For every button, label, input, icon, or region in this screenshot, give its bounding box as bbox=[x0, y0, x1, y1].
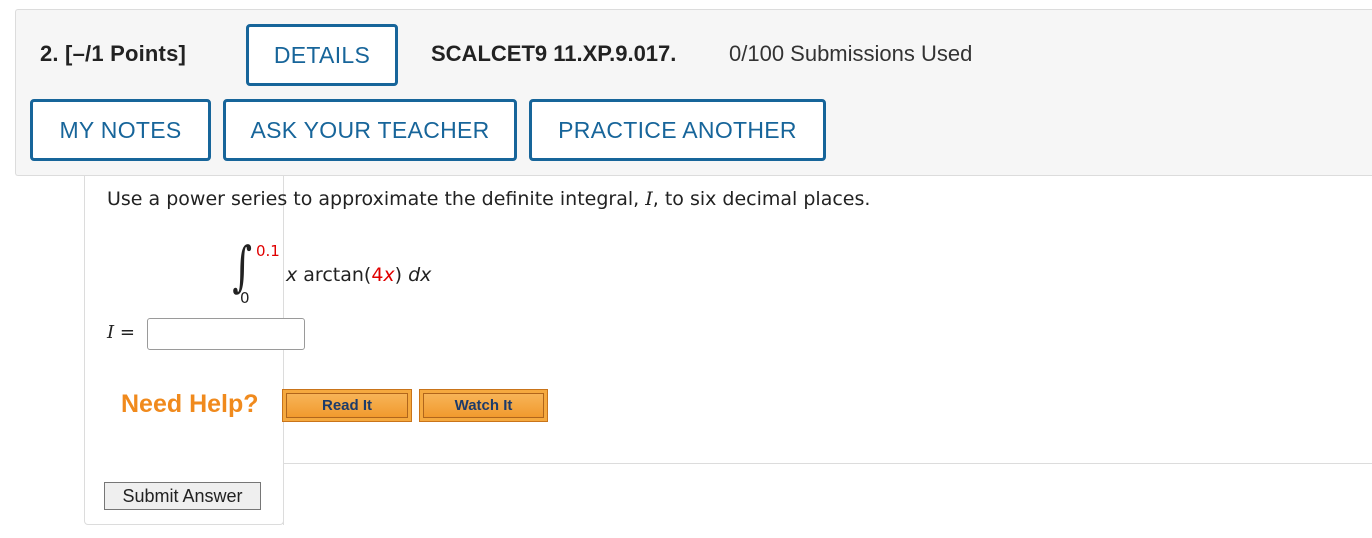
question-prompt: Use a power series to approximate the de… bbox=[107, 188, 870, 210]
integrand-close: ) bbox=[394, 264, 409, 286]
integrand: x arctan(4x) dx bbox=[286, 264, 431, 286]
divider-vertical bbox=[283, 463, 284, 525]
ask-your-teacher-button[interactable]: ASK YOUR TEACHER bbox=[223, 99, 517, 161]
answer-label-eq: = bbox=[114, 322, 135, 343]
integrand-func: arctan( bbox=[297, 264, 372, 286]
integrand-dx: dx bbox=[408, 264, 432, 286]
practice-another-button[interactable]: PRACTICE ANOTHER bbox=[529, 99, 826, 161]
question-code: SCALCET9 11.XP.9.017. bbox=[431, 41, 677, 66]
watch-it-button[interactable]: Watch It bbox=[419, 389, 548, 422]
details-button[interactable]: DETAILS bbox=[246, 24, 398, 86]
read-it-button[interactable]: Read It bbox=[282, 389, 412, 422]
prompt-text-end: , to six decimal places. bbox=[652, 188, 871, 210]
prompt-variable: I bbox=[645, 188, 653, 210]
divider bbox=[283, 463, 1372, 464]
integral-lower-limit: 0 bbox=[240, 289, 250, 307]
integrand-x: x bbox=[286, 264, 298, 286]
answer-input[interactable] bbox=[147, 318, 305, 350]
question-number-points: 2. [–/1 Points] bbox=[40, 41, 187, 66]
prompt-text-start: Use a power series to approximate the de… bbox=[107, 188, 646, 210]
watch-it-label: Watch It bbox=[423, 393, 544, 418]
need-help-label: Need Help? bbox=[121, 390, 259, 418]
submissions-used: 0/100 Submissions Used bbox=[729, 41, 973, 66]
integrand-coefficient: 4x bbox=[371, 264, 395, 286]
my-notes-button[interactable]: MY NOTES bbox=[30, 99, 211, 161]
question-content-frame bbox=[84, 176, 284, 525]
answer-label: I = bbox=[107, 322, 135, 343]
read-it-label: Read It bbox=[286, 393, 408, 418]
integral-upper-limit: 0.1 bbox=[256, 242, 280, 260]
submit-answer-button[interactable]: Submit Answer bbox=[104, 482, 261, 510]
integral-sign-icon: ∫ bbox=[232, 235, 252, 298]
